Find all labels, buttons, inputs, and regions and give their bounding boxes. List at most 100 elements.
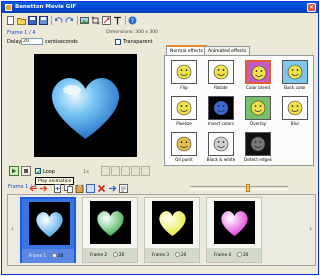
smiley-edges-icon	[245, 132, 271, 156]
scroll-left-icon[interactable]: ‹	[11, 225, 14, 233]
smiley-bw-icon	[208, 132, 234, 156]
delete-icon[interactable]	[97, 184, 106, 193]
effect-color-blend[interactable]: Color blend	[241, 60, 277, 94]
effect-oil-paint[interactable]: Oil paint	[167, 132, 203, 166]
smiley-back-color-icon	[282, 60, 308, 84]
last-frame-button[interactable]	[131, 166, 140, 176]
move-right-icon[interactable]	[108, 184, 117, 193]
window-title: Benetton Movie GIF	[15, 4, 77, 10]
play-icon	[12, 168, 17, 174]
add-frame-icon[interactable]	[53, 184, 62, 193]
heart-thumbnail-image	[90, 201, 131, 244]
title-bar: Benetton Movie GIF ✕	[2, 2, 318, 13]
playback-controls: Loop 1x	[9, 166, 159, 177]
main-window: Benetton Movie GIF ✕ ? Frame 1 / 4 Dimen…	[1, 1, 319, 275]
frame-caption: Frame 2 20	[83, 248, 137, 262]
fit-view-button[interactable]	[141, 166, 150, 176]
smiley-blur-icon	[282, 96, 308, 120]
effect-label: Rotate	[214, 85, 228, 90]
zoom-level: 1x	[83, 169, 90, 175]
properties-icon[interactable]	[119, 184, 128, 193]
delay-input[interactable]	[21, 38, 43, 45]
heart-thumbnail-image	[214, 201, 255, 244]
copy-icon[interactable]	[64, 184, 73, 193]
frame-delay: 20	[119, 252, 125, 257]
save-as-icon[interactable]	[39, 16, 48, 25]
text-icon[interactable]	[113, 16, 122, 25]
first-frame-button[interactable]	[101, 166, 110, 176]
transparent-label: Transparent	[123, 39, 153, 45]
frame-thumbnail[interactable]: Frame 1 20	[20, 197, 76, 263]
save-icon[interactable]	[28, 16, 37, 25]
effect-invert-colors[interactable]: Invert colors	[204, 96, 240, 130]
smiley-invert-icon	[208, 96, 234, 120]
loop-label: Loop	[43, 169, 55, 175]
effect-label: Oil paint	[175, 157, 193, 162]
slider-thumb[interactable]	[246, 184, 250, 192]
arrow-left-icon[interactable]	[29, 184, 38, 193]
effect-label: Blur	[290, 121, 300, 126]
frame-thumbnail[interactable]: Frame 3 20	[144, 197, 200, 263]
effect-pixelize[interactable]: Pixelize	[167, 96, 203, 130]
effect-blur[interactable]: Blur	[278, 96, 314, 130]
effect-label: Detect edges	[244, 157, 272, 162]
smiley-pixelize-icon	[171, 96, 197, 120]
effect-rotate[interactable]: Rotate	[204, 60, 240, 94]
delay-label: Delay	[7, 39, 22, 45]
dimensions-label: Dimensions: 300 x 300	[106, 30, 158, 35]
frame-label: Frame 2	[90, 252, 108, 257]
effect-back-color[interactable]: Back color	[278, 60, 314, 94]
tab-animated-effects[interactable]: Animated effects	[204, 46, 251, 55]
effect-label: Back color	[284, 85, 306, 90]
undo-icon[interactable]	[54, 16, 63, 25]
delay-row: Delay centiseconds Transparent	[7, 38, 158, 46]
frame-thumbnail[interactable]: Frame 4 20	[206, 197, 262, 263]
next-frame-button[interactable]	[121, 166, 130, 176]
frame-thumbnail[interactable]: Frame 2 20	[82, 197, 138, 263]
crop-icon[interactable]	[91, 16, 100, 25]
effect-overlay[interactable]: Overlay	[241, 96, 277, 130]
blue-heart-image	[51, 78, 120, 139]
effect-detect-edges[interactable]: Detect edges	[241, 132, 277, 166]
prev-frame-button[interactable]	[111, 166, 120, 176]
frame-delay: 20	[58, 253, 64, 258]
frame-label: Frame 4	[214, 252, 232, 257]
frame-delay: 20	[181, 252, 187, 257]
effect-label: Color blend	[246, 85, 270, 90]
resize-icon[interactable]	[102, 16, 111, 25]
frame-editor: Frame 1 / 4 Dimensions: 300 x 300 Delay …	[7, 30, 158, 168]
frame-canvas	[34, 54, 137, 157]
image-icon[interactable]	[80, 16, 89, 25]
paste-icon[interactable]	[75, 184, 84, 193]
tab-normal-effects[interactable]: Normal effects	[166, 45, 207, 55]
clock-icon	[113, 252, 118, 257]
redo-icon[interactable]	[65, 16, 74, 25]
smiley-rotate-icon	[208, 60, 234, 84]
thumbnail-size-slider[interactable]	[190, 184, 288, 192]
help-icon[interactable]: ?	[128, 16, 137, 25]
effect-label: Overlay	[249, 121, 267, 126]
arrow-right-icon[interactable]	[39, 184, 48, 193]
close-button[interactable]: ✕	[307, 3, 316, 12]
effect-flip[interactable]: Flip	[167, 60, 203, 94]
scroll-right-icon[interactable]: ›	[309, 225, 312, 233]
stop-button[interactable]	[21, 166, 31, 176]
new-icon[interactable]	[6, 16, 15, 25]
clock-icon	[175, 252, 180, 257]
duplicate-icon[interactable]	[86, 184, 95, 193]
clock-icon	[52, 253, 57, 258]
clock-icon	[237, 252, 242, 257]
play-button[interactable]	[9, 166, 19, 176]
open-folder-icon[interactable]	[17, 16, 26, 25]
app-icon	[5, 4, 12, 11]
effects-grid: Flip Rotate Color blend Back color Pixelize I…	[164, 55, 314, 166]
main-toolbar: ?	[4, 15, 318, 26]
effect-black-white[interactable]: Black & white	[204, 132, 240, 166]
smiley-color-blend-icon	[245, 60, 271, 84]
heart-thumbnail-image	[152, 201, 193, 244]
transparent-checkbox[interactable]	[115, 39, 121, 45]
effects-panel: Normal effects Animated effects Flip Rota…	[164, 45, 314, 168]
loop-checkbox[interactable]	[35, 168, 41, 174]
frame-caption: Frame 3 20	[145, 248, 199, 262]
effect-label: Black & white	[206, 157, 236, 162]
